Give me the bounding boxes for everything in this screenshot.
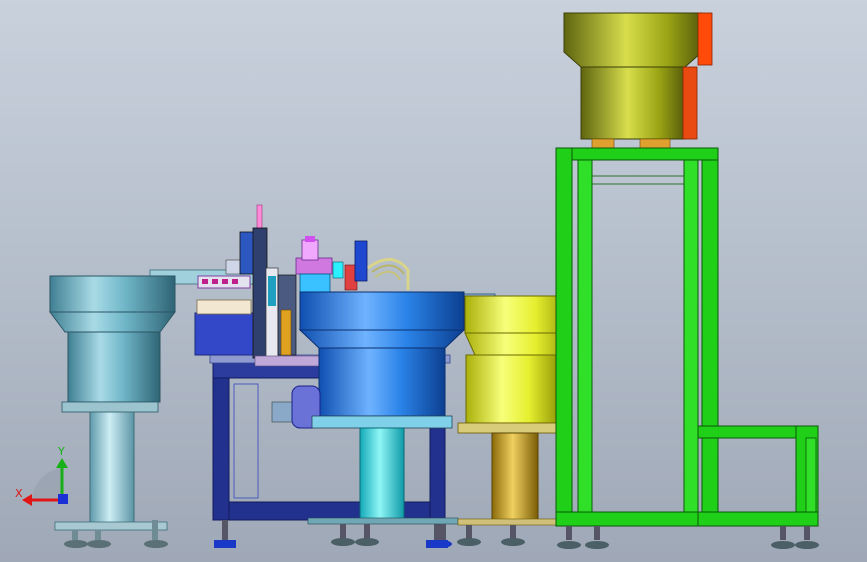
left-feeder-column (89, 411, 135, 525)
left-feeder-bowl-rim (49, 275, 176, 313)
left-feeder-base-plate (61, 401, 159, 413)
left-feeder-bowl-cone (49, 311, 176, 333)
left-feeder-foot-plate (54, 521, 168, 531)
green-hopper-frame (555, 12, 819, 549)
cad-viewport[interactable]: X Y (0, 0, 867, 562)
triad-x-label: X (15, 487, 23, 500)
triad-y-label: Y (57, 445, 65, 458)
left-feeder-drive (67, 331, 161, 403)
cad-drawing: X Y (15, 12, 819, 549)
yellow-vibratory-feeder (457, 295, 567, 546)
coordinate-triad[interactable]: X Y (15, 445, 68, 506)
